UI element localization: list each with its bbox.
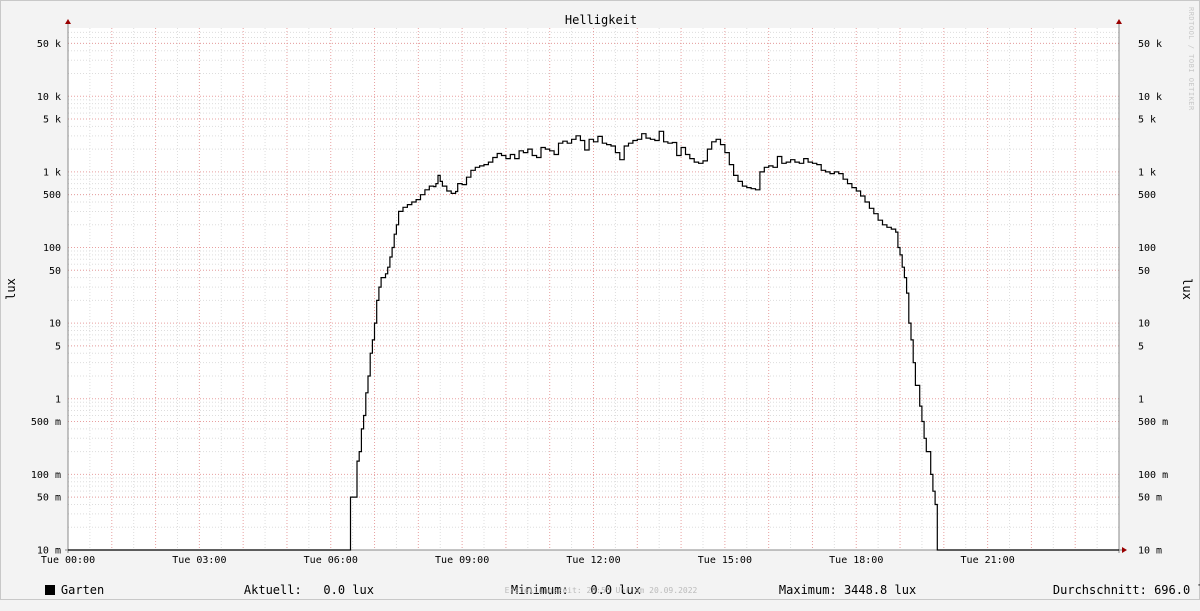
y-tick-label-left: 50 m <box>37 493 61 504</box>
y-tick-label-left: 1 <box>55 394 61 405</box>
graph-frame: 50 k 50 k 10 k 10 k 5 k 5 k 1 k 1 k 500 500 100 100… <box>0 0 1200 600</box>
y-tick-label-left: 100 m <box>31 470 61 481</box>
y-tick-label-right: 10 <box>1138 319 1150 330</box>
y-axis-left-arrow <box>65 19 71 24</box>
y-tick-label-right: 5 <box>1138 341 1144 352</box>
y-tick-label-left: 1 k <box>43 167 61 178</box>
y-tick-label-left: 100 <box>43 243 61 254</box>
y-tick-label-right: 100 m <box>1138 470 1168 481</box>
y-tick-label-left: 50 k <box>37 39 61 50</box>
y-tick-label-right: 500 <box>1138 190 1156 201</box>
x-tick-label: Tue 06:00 <box>304 555 358 566</box>
x-tick-label: Tue 18:00 <box>829 555 883 566</box>
y-tick-label-left: 5 k <box>43 115 61 126</box>
y-tick-label-right: 5 k <box>1138 115 1156 126</box>
y-axis-label-left: lux <box>4 278 18 300</box>
y-tick-label-left: 500 m <box>31 417 61 428</box>
creation-time-footer: Erstellungszeit: 23:55 Uhr am 20.09.2022 <box>504 586 698 595</box>
y-tick-label-right: 1 k <box>1138 167 1156 178</box>
chart-title: Helligkeit <box>565 13 637 27</box>
y-tick-label-left: 10 <box>49 319 61 330</box>
y-tick-label-right: 50 <box>1138 266 1150 277</box>
y-tick-label-right: 50 m <box>1138 493 1162 504</box>
y-axis-right-arrow <box>1116 19 1122 24</box>
y-tick-label-right: 500 m <box>1138 417 1168 428</box>
x-tick-label: Tue 15:00 <box>698 555 752 566</box>
x-tick-label: Tue 03:00 <box>172 555 226 566</box>
y-tick-label-left: 50 <box>49 266 61 277</box>
x-tick-label: Tue 12:00 <box>566 555 620 566</box>
y-tick-label-right: 10 k <box>1138 92 1162 103</box>
x-axis-arrow <box>1122 547 1127 553</box>
x-tick-label: Tue 09:00 <box>435 555 489 566</box>
rrdtool-watermark: RRDTOOL / TOBI OETIKER <box>1187 7 1195 111</box>
y-tick-label-right: 10 m <box>1138 546 1162 557</box>
y-axis-label-right: lux <box>1180 278 1194 300</box>
x-tick-label: Tue 21:00 <box>961 555 1015 566</box>
x-tick-label: Tue 00:00 <box>41 555 95 566</box>
y-tick-label-left: 500 <box>43 190 61 201</box>
y-tick-label-left: 5 <box>55 341 61 352</box>
y-tick-label-left: 10 k <box>37 92 61 103</box>
brightness-chart: 50 k 50 k 10 k 10 k 5 k 5 k 1 k 1 k 500 500 100 100… <box>4 13 1194 566</box>
y-tick-label-right: 100 <box>1138 243 1156 254</box>
y-tick-label-right: 1 <box>1138 394 1144 405</box>
y-tick-label-right: 50 k <box>1138 39 1162 50</box>
